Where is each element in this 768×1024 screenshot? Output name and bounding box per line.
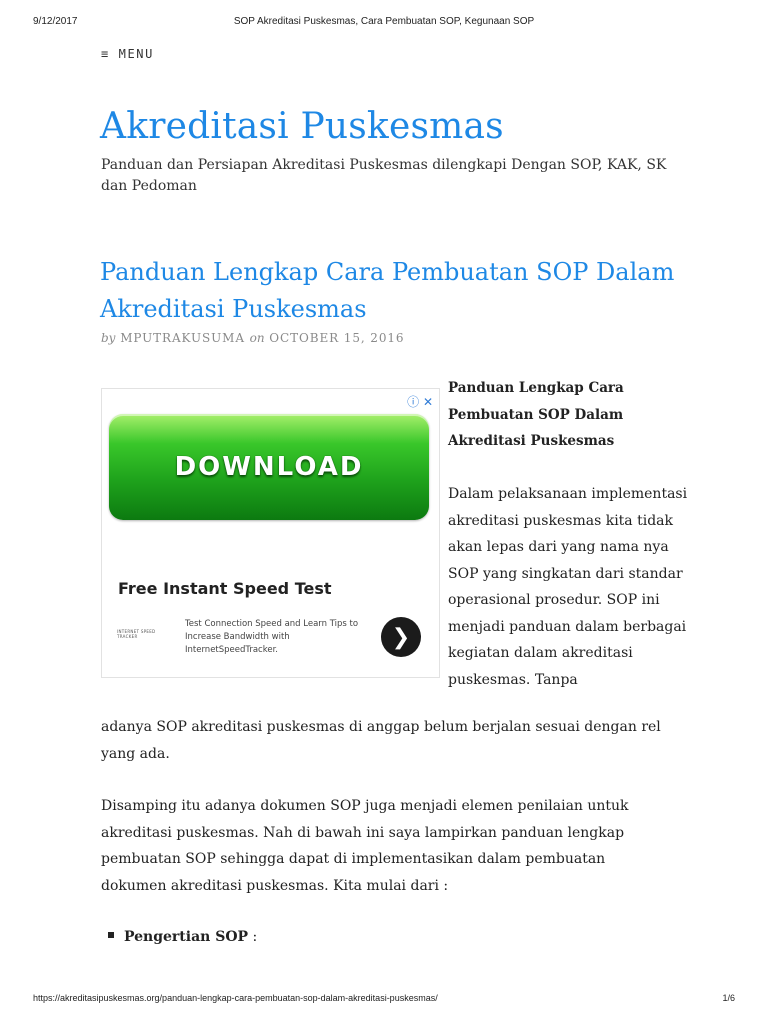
site-description: Panduan dan Persiapan Akreditasi Puskesm… — [101, 157, 667, 194]
bullet-label: Pengertian SOP — [124, 929, 249, 945]
bullet-suffix: : — [248, 929, 258, 945]
ad-banner[interactable]: ⓘ ✕ DOWNLOAD Free Instant Speed Test INT… — [101, 388, 440, 678]
page-number: 1/6 — [722, 993, 735, 1003]
menu-button[interactable]: ≡ MENU — [101, 47, 154, 61]
print-header: 9/12/2017 SOP Akreditasi Puskesmas, Cara… — [0, 16, 768, 32]
page-url: https://akreditasipuskesmas.org/panduan-… — [33, 993, 438, 1003]
paragraph-1-side: Dalam pelaksanaan implementasi akreditas… — [448, 486, 688, 688]
print-footer: https://akreditasipuskesmas.org/panduan-… — [0, 993, 768, 1007]
byline-by: by — [101, 331, 116, 345]
ad-download-button[interactable]: DOWNLOAD — [109, 414, 429, 520]
post-byline: by MPUTRAKUSUMA on OCTOBER 15, 2016 — [101, 331, 404, 345]
ad-subtext: Test Connection Speed and Learn Tips to … — [185, 619, 359, 655]
paragraph-1-continued: adanya SOP akreditasi puskesmas di angga… — [101, 719, 661, 762]
adchoices-icon[interactable]: ⓘ ✕ — [407, 393, 433, 410]
author-link[interactable]: MPUTRAKUSUMA — [120, 331, 245, 345]
print-page-title: SOP Akreditasi Puskesmas, Cara Pembuatan… — [233, 16, 535, 27]
paragraph-2: Disamping itu adanya dokumen SOP juga me… — [101, 798, 629, 894]
ad-logo: INTERNET SPEED TRACKER — [117, 629, 156, 639]
byline-on: on — [249, 331, 265, 345]
post-title[interactable]: Panduan Lengkap Cara Pembuatan SOP Dalam… — [100, 254, 680, 328]
post-date[interactable]: OCTOBER 15, 2016 — [269, 331, 404, 345]
list-item: Pengertian SOP : — [108, 924, 257, 950]
ad-headline[interactable]: Free Instant Speed Test — [118, 579, 332, 598]
site-title[interactable]: Akreditasi Puskesmas — [100, 106, 504, 147]
intro-heading: Panduan Lengkap Cara Pembuatan SOP Dalam… — [448, 380, 624, 449]
ad-next-arrow-icon[interactable]: ❯ — [381, 617, 421, 657]
bullet-square-icon — [108, 932, 114, 938]
